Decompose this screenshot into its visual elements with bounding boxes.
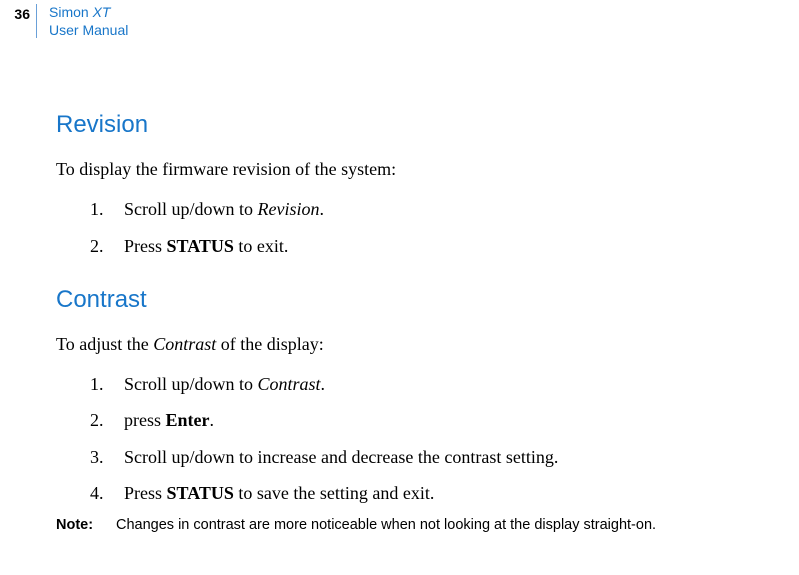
- step-text: Scroll up/down to increase and decrease …: [124, 445, 799, 469]
- list-item: 3. Scroll up/down to increase and decrea…: [90, 445, 799, 469]
- list-item: 1. Scroll up/down to Contrast.: [90, 372, 799, 396]
- note-label: Note:: [56, 517, 116, 533]
- step-number: 2.: [90, 234, 124, 258]
- contrast-note: Note: Changes in contrast are more notic…: [56, 517, 799, 533]
- header-title: Simon XT User Manual: [49, 4, 128, 39]
- page-number: 36: [0, 4, 36, 22]
- header-line2: User Manual: [49, 22, 128, 40]
- step-text: Scroll up/down to Contrast.: [124, 372, 799, 396]
- section-heading-contrast: Contrast: [56, 286, 799, 314]
- list-item: 2. press Enter.: [90, 408, 799, 432]
- contrast-intro: To adjust the Contrast of the display:: [56, 332, 799, 356]
- page-header: 36 Simon XT User Manual: [0, 0, 799, 39]
- list-item: 4. Press STATUS to save the setting and …: [90, 481, 799, 505]
- section-heading-revision: Revision: [56, 111, 799, 139]
- header-divider: [36, 4, 37, 38]
- list-item: 2. Press STATUS to exit.: [90, 234, 799, 258]
- page-content: Revision To display the firmware revisio…: [0, 39, 799, 533]
- step-number: 4.: [90, 481, 124, 505]
- header-line1: Simon XT: [49, 4, 128, 22]
- step-number: 3.: [90, 445, 124, 469]
- step-text: press Enter.: [124, 408, 799, 432]
- step-number: 1.: [90, 372, 124, 396]
- contrast-steps: 1. Scroll up/down to Contrast. 2. press …: [56, 372, 799, 505]
- step-text: Press STATUS to exit.: [124, 234, 799, 258]
- revision-intro: To display the firmware revision of the …: [56, 157, 799, 181]
- list-item: 1. Scroll up/down to Revision.: [90, 197, 799, 221]
- note-text: Changes in contrast are more noticeable …: [116, 517, 799, 533]
- step-text: Press STATUS to save the setting and exi…: [124, 481, 799, 505]
- step-text: Scroll up/down to Revision.: [124, 197, 799, 221]
- revision-steps: 1. Scroll up/down to Revision. 2. Press …: [56, 197, 799, 258]
- step-number: 2.: [90, 408, 124, 432]
- step-number: 1.: [90, 197, 124, 221]
